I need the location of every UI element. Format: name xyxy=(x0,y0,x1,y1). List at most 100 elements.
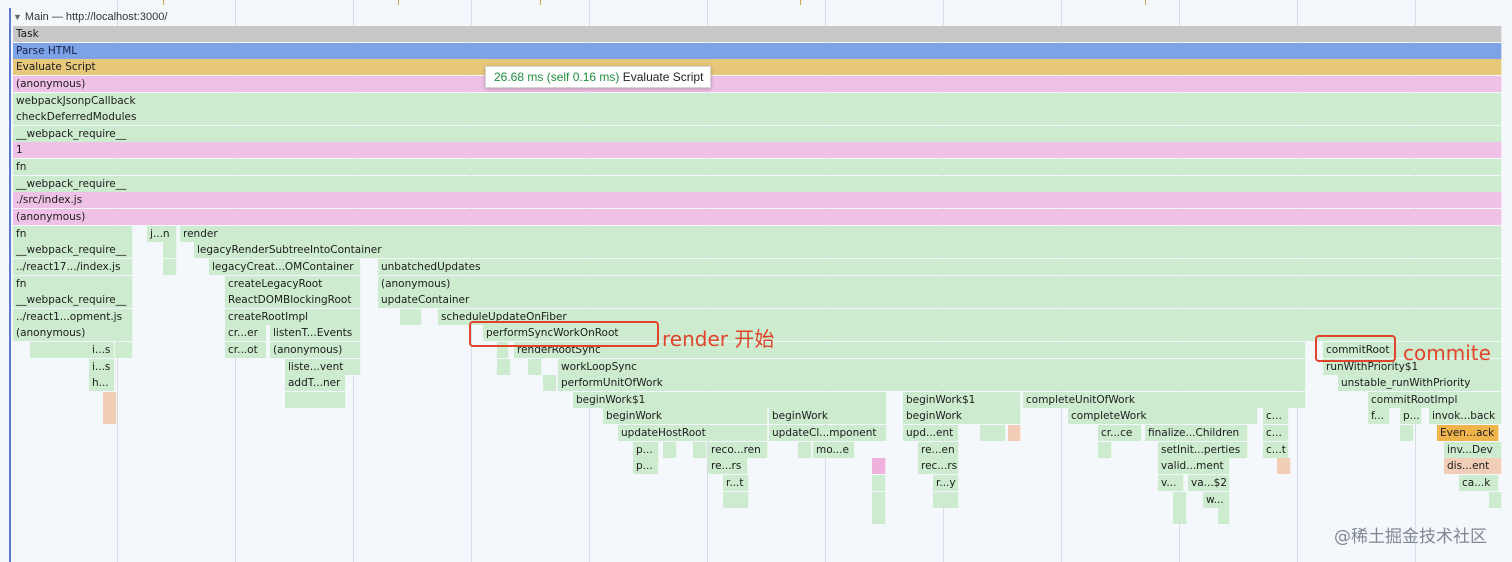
flame-bar-mountclassinstance[interactable]: mo...e xyxy=(813,442,855,458)
flame-bar-beginwork[interactable]: beginWork xyxy=(769,408,887,424)
flame-bar-w[interactable]: w... xyxy=(1203,492,1230,508)
flame-bar-anonymous[interactable]: (anonymous) xyxy=(378,276,1502,292)
flame-bar-unlabeled[interactable] xyxy=(872,508,886,524)
flame-bar-legacyrendersubtreeintocontainer[interactable]: legacyRenderSubtreeIntoContainer xyxy=(194,242,1502,258)
flame-bar-unlabeled[interactable] xyxy=(872,492,886,508)
flame-bar-i-s[interactable]: i...s xyxy=(89,359,115,375)
flame-bar-unlabeled[interactable] xyxy=(723,492,749,508)
flame-bar-unlabeled[interactable] xyxy=(1277,458,1291,474)
flame-bar-listentonativeevent[interactable]: liste...vent xyxy=(285,359,361,375)
flame-bar-fn[interactable]: fn xyxy=(13,159,1502,175)
flame-bar-beginwork[interactable]: beginWork xyxy=(603,408,768,424)
flame-bar-createinstance[interactable]: cr...ce xyxy=(1098,425,1142,441)
flame-bar-createfiberroot[interactable]: cr...ot xyxy=(225,342,267,358)
flame-bar-c-t[interactable]: c...t xyxy=(1263,442,1289,458)
flame-bar-createcontainer[interactable]: cr...er xyxy=(225,325,267,341)
flame-bar-addtrappedeventlistener[interactable]: addT...ner xyxy=(285,375,346,391)
flame-bar-updatehostroot[interactable]: updateHostRoot xyxy=(618,425,768,441)
flame-bar-p[interactable]: p... xyxy=(633,442,659,458)
flame-bar-reconcilechildren[interactable]: re...en xyxy=(918,442,959,458)
flame-bar-unlabeled[interactable] xyxy=(798,442,812,458)
flame-bar-createlegacyroot[interactable]: createLegacyRoot xyxy=(225,276,361,292)
flame-bar-anonymous[interactable]: (anonymous) xyxy=(270,342,361,358)
flame-bar-checkdeferredmodules[interactable]: checkDeferredModules xyxy=(13,109,1502,125)
flame-bar-c[interactable]: c... xyxy=(1263,425,1289,441)
flame-bar-unlabeled[interactable] xyxy=(872,458,886,474)
flame-bar-setinitialproperties[interactable]: setInit...perties xyxy=(1158,442,1248,458)
flame-bar-unlabeled[interactable] xyxy=(1098,442,1112,458)
flame-bar-invokeguardedcallbackdev[interactable]: inv...Dev xyxy=(1444,442,1502,458)
flame-bar-updatecontainer[interactable]: updateContainer xyxy=(378,292,1502,308)
flame-bar-task[interactable]: Task xyxy=(13,26,1502,42)
flame-bar-updatehostcomponent[interactable]: upd...ent xyxy=(903,425,959,441)
flame-bar-dispatchevent[interactable]: dis...ent xyxy=(1444,458,1502,474)
flame-bar-p[interactable]: p... xyxy=(1400,408,1422,424)
flame-bar-evaluate-script[interactable]: Evaluate Script xyxy=(13,59,1502,75)
flame-bar-unlabeled[interactable] xyxy=(285,392,346,408)
flame-bar-p[interactable]: p... xyxy=(633,458,659,474)
flame-bar-reconcilechildren[interactable]: reco...ren xyxy=(708,442,768,458)
flame-bar-unlabeled[interactable] xyxy=(400,309,422,325)
flame-bar-unstable-runwithpriority[interactable]: unstable_runWithPriority xyxy=(1338,375,1502,391)
flame-bar-webpack-require[interactable]: __webpack_require__ xyxy=(13,242,133,258)
performance-flame-chart[interactable]: ▼ Main — http://localhost:3000/ Task Pars… xyxy=(0,0,1512,562)
flame-bar-unlabeled[interactable] xyxy=(1173,492,1187,508)
flame-bar-legacycreaterootfromdomcontainer[interactable]: legacyCreat...OMContainer xyxy=(209,259,361,275)
flame-bar-f[interactable]: f... xyxy=(1368,408,1390,424)
flame-bar-anonymous[interactable]: (anonymous) xyxy=(13,325,133,341)
collapse-triangle-icon[interactable]: ▼ xyxy=(13,10,22,25)
flame-bar-fn[interactable]: fn xyxy=(13,226,133,242)
flame-bar-unlabeled[interactable] xyxy=(163,259,177,275)
flame-bar-commitrootimpl[interactable]: commitRootImpl xyxy=(1368,392,1502,408)
flame-bar-reconcilers[interactable]: rec...rs xyxy=(918,458,959,474)
flame-bar-unlabeled[interactable] xyxy=(933,492,959,508)
flame-bar-reactdomblockingroot[interactable]: ReactDOMBlockingRoot xyxy=(225,292,361,308)
flame-bar-unlabeled[interactable] xyxy=(1218,508,1230,524)
flame-bar-r-y[interactable]: r...y xyxy=(933,475,959,491)
flame-bar-unlabeled[interactable] xyxy=(528,359,542,375)
flame-bar-unlabeled[interactable] xyxy=(543,375,557,391)
flame-bar-module-1[interactable]: 1 xyxy=(13,142,1502,158)
flame-bar-unlabeled[interactable] xyxy=(163,242,177,258)
flame-bar-src-index-js[interactable]: ./src/index.js xyxy=(13,192,1502,208)
flame-bar-invokeguardedcallback[interactable]: invok...back xyxy=(1429,408,1502,424)
flame-bar-webpack-require[interactable]: __webpack_require__ xyxy=(13,292,133,308)
flame-bar-r-t[interactable]: r...t xyxy=(723,475,749,491)
flame-bar-h[interactable]: h... xyxy=(89,375,115,391)
flame-bar-j-n[interactable]: j...n xyxy=(147,226,177,242)
flame-bar-unlabeled[interactable] xyxy=(497,359,511,375)
flame-bar-performunitofwork[interactable]: performUnitOfWork xyxy=(558,375,1306,391)
flame-bar-unlabeled[interactable] xyxy=(1008,425,1021,441)
flame-bar-unlabeled[interactable] xyxy=(1489,492,1502,508)
flame-bar-anonymous[interactable]: (anonymous) xyxy=(13,76,1502,92)
flame-bar-reconcilers[interactable]: re...rs xyxy=(708,458,748,474)
flame-bar-validateproperty-2[interactable]: va...$2 xyxy=(1188,475,1230,491)
flame-bar-unlabeled[interactable] xyxy=(103,408,117,424)
main-track-header[interactable]: ▼ Main — http://localhost:3000/ xyxy=(13,10,167,25)
flame-bar-unlabeled[interactable] xyxy=(1400,425,1414,441)
flame-bar-workloopsync[interactable]: workLoopSync xyxy=(558,359,1306,375)
flame-bar-finalizeinitialchildren[interactable]: finalize...Children xyxy=(1145,425,1248,441)
flame-bar-unlabeled[interactable] xyxy=(103,392,117,408)
flame-bar-beginwork-1[interactable]: beginWork$1 xyxy=(903,392,1021,408)
flame-bar-webpack-require[interactable]: __webpack_require__ xyxy=(13,176,1502,192)
flame-bar-webpack-require[interactable]: __webpack_require__ xyxy=(13,126,1502,142)
flame-bar-completeunitofwork[interactable]: completeUnitOfWork xyxy=(1023,392,1306,408)
flame-bar-event-dispatch-callback[interactable]: Even...ack xyxy=(1437,425,1499,441)
flame-bar-completework[interactable]: completeWork xyxy=(1068,408,1258,424)
flame-bar-unlabeled[interactable] xyxy=(872,475,886,491)
flame-bar-unlabeled[interactable] xyxy=(980,425,1006,441)
flame-bar-v[interactable]: v... xyxy=(1158,475,1184,491)
flame-bar-createrootimpl[interactable]: createRootImpl xyxy=(225,309,361,325)
flame-bar-parse-html[interactable]: Parse HTML xyxy=(13,43,1502,59)
flame-bar-unlabeled[interactable] xyxy=(663,442,677,458)
flame-bar-callcallback[interactable]: ca...k xyxy=(1459,475,1499,491)
flame-bar-c[interactable]: c... xyxy=(1263,408,1289,424)
flame-bar-unlabeled[interactable] xyxy=(693,442,707,458)
flame-bar-validatedomnesting-element[interactable]: valid...ment xyxy=(1158,458,1230,474)
flame-bar-i-s[interactable]: i...s xyxy=(89,342,115,358)
flame-bar-beginwork[interactable]: beginWork xyxy=(903,408,1021,424)
flame-bar-react-index-js[interactable]: ../react17.../index.js xyxy=(13,259,133,275)
flame-bar-unlabeled[interactable] xyxy=(1173,508,1187,524)
flame-bar-webpackjsonpcallback[interactable]: webpackJsonpCallback xyxy=(13,93,1502,109)
